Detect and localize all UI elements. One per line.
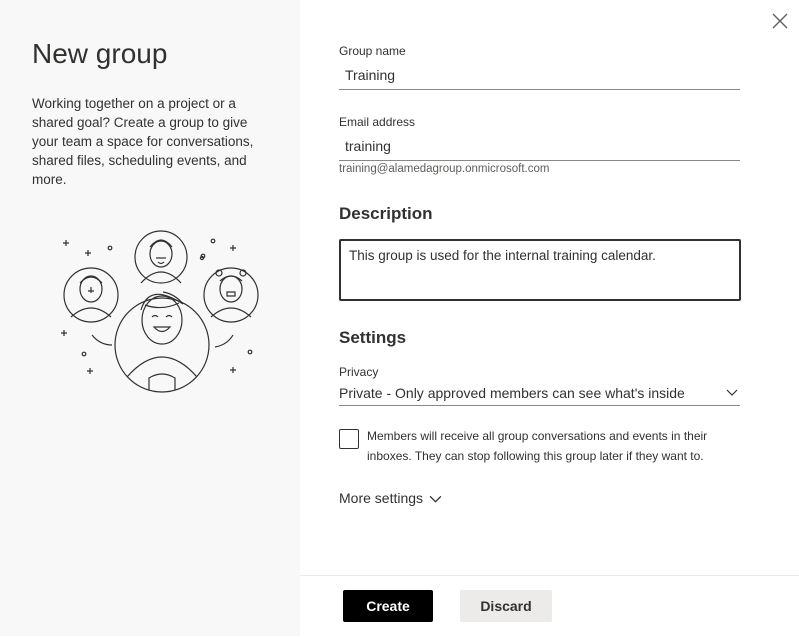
description-textarea[interactable]: This group is used for the internal trai…: [341, 241, 739, 299]
person-top: [134, 230, 188, 284]
footer-bar: Create Discard: [300, 575, 799, 637]
person-left: [63, 267, 119, 323]
description-box: This group is used for the internal trai…: [339, 239, 741, 301]
email-field-container: [339, 134, 752, 161]
email-input[interactable]: [339, 134, 752, 158]
connector-line: [91, 334, 113, 346]
more-settings-label: More settings: [339, 490, 424, 506]
chevron-down-icon: [726, 389, 738, 396]
form-panel: Group name Email address training@alamed…: [300, 0, 799, 636]
chevron-down-icon: [429, 495, 442, 503]
people-group-illustration: [61, 230, 259, 393]
subscribe-members-checkbox[interactable]: [339, 429, 359, 449]
connector-line: [214, 334, 234, 348]
more-settings-toggle[interactable]: More settings: [339, 490, 442, 506]
email-address-hint: training@alamedagroup.onmicrosoft.com: [339, 163, 550, 175]
create-button[interactable]: Create: [343, 590, 433, 622]
email-label: Email address: [339, 115, 416, 129]
settings-heading: Settings: [339, 328, 407, 347]
subscribe-members-text: Members will receive all group conversat…: [367, 429, 708, 463]
person-right: [203, 267, 259, 323]
close-icon[interactable]: [771, 12, 789, 30]
person-center: [114, 291, 210, 393]
group-name-field-container: [339, 63, 752, 90]
discard-button[interactable]: Discard: [460, 590, 552, 622]
privacy-label: Privacy: [339, 365, 379, 379]
description-heading: Description: [339, 204, 433, 223]
privacy-dropdown[interactable]: Private - Only approved members can see …: [339, 383, 740, 406]
intro-text: Working together on a project or a share…: [32, 96, 254, 187]
group-name-input[interactable]: [339, 63, 752, 87]
page-title: New group: [32, 38, 168, 69]
group-name-label: Group name: [339, 44, 406, 58]
privacy-selected-value: Private - Only approved members can see …: [339, 385, 685, 401]
left-panel: New group Working together on a project …: [0, 0, 300, 636]
